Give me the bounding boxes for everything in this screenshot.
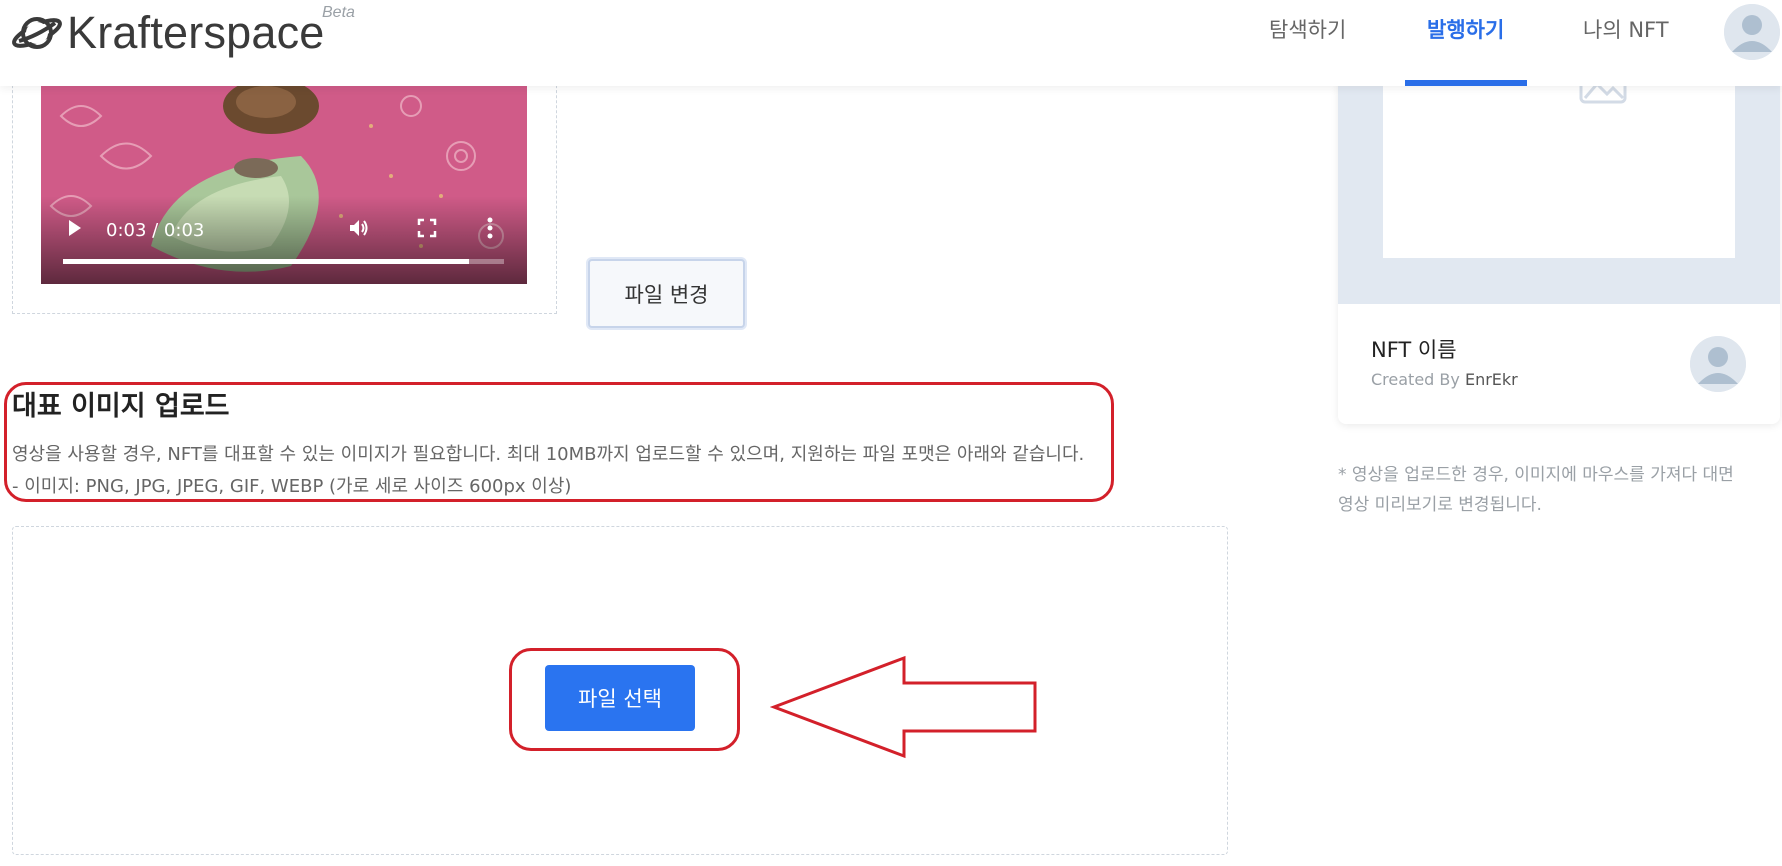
change-file-button[interactable]: 파일 변경 [588,259,745,328]
creator-name: EnrEkr [1464,370,1518,389]
logo-text: Krafterspace [67,7,325,58]
video-player[interactable]: 0:03 / 0:03 [41,86,527,284]
preview-created-by: Created By EnrEkr [1371,370,1518,389]
annotation-arrow-icon [770,655,1037,759]
nav-active-indicator [1405,80,1527,86]
video-progress-bar[interactable] [63,259,504,264]
header: Krafterspace Beta 탐색하기 발행하기 나의 NFT [0,0,1782,86]
preview-note-line1: * 영상을 업로드한 경우, 이미지에 마우스를 가져다 대면 [1338,465,1734,485]
more-vertical-icon[interactable] [486,217,494,239]
created-by-prefix: Created By [1371,370,1460,389]
beta-label: Beta [322,4,355,21]
nft-preview-card: NFT 이름 Created By EnrEkr [1338,40,1780,424]
annotation-highlight-box [4,382,1114,502]
user-avatar-icon [1690,336,1746,392]
user-avatar[interactable] [1724,4,1780,60]
nav-my-nft[interactable]: 나의 NFT [1583,14,1669,46]
play-icon[interactable] [67,218,83,238]
video-time: 0:03 / 0:03 [106,220,205,241]
user-avatar-icon [1724,4,1780,60]
planet-logo-icon [12,17,62,49]
volume-icon[interactable] [347,216,371,240]
fullscreen-icon[interactable] [417,218,437,238]
annotation-button-highlight [509,648,740,751]
video-progress-fill [63,259,469,264]
video-controls: 0:03 / 0:03 [41,196,527,284]
nav-explore[interactable]: 탐색하기 [1269,14,1346,46]
preview-note-line2: 영상 미리보기로 변경됩니다. [1338,495,1542,515]
nav-mint[interactable]: 발행하기 [1427,14,1504,46]
preview-nft-name: NFT 이름 [1371,338,1457,362]
logo[interactable]: Krafterspace [10,8,325,58]
creator-avatar [1690,336,1746,392]
